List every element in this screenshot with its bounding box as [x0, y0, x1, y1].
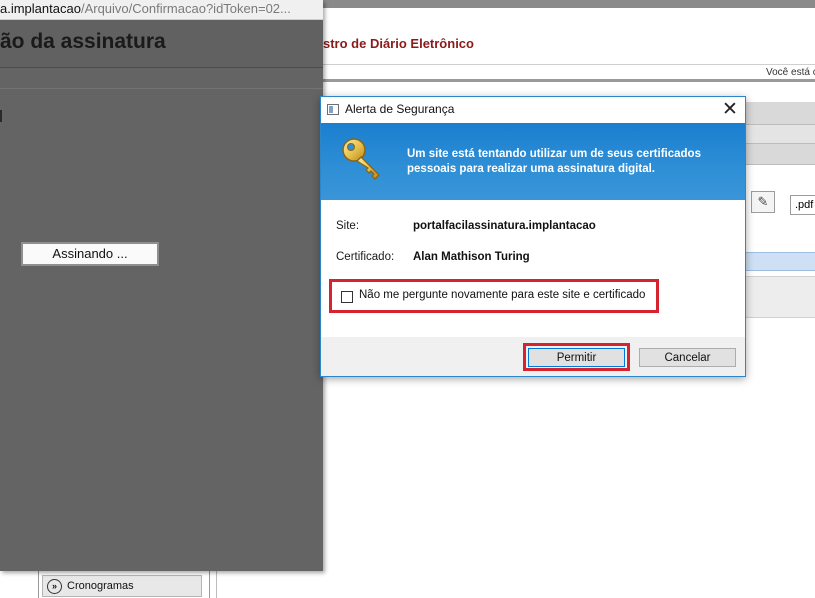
popup-heading: ão da assinatura [0, 30, 166, 53]
cancel-button[interactable]: Cancelar [639, 348, 736, 367]
key-icon [342, 138, 380, 180]
divider [323, 79, 815, 82]
certificate-value: Alan Mathison Turing [413, 251, 530, 263]
security-alert-dialog: Alerta de Segurança ✕ Um site está tenta… [320, 96, 746, 377]
dialog-footer: Permitir Cancelar [321, 337, 745, 376]
edit-button[interactable]: ✎ [751, 191, 775, 213]
dont-ask-again-label[interactable]: Não me pergunte novamente para este site… [359, 289, 645, 301]
page-title: stro de Diário Eletrônico [323, 36, 474, 51]
dont-ask-again-checkbox[interactable] [341, 291, 353, 303]
dont-ask-again-highlight: Não me pergunte novamente para este site… [329, 279, 659, 313]
address-bar[interactable]: a.implantacao/Arquivo/Confirmacao?idToke… [0, 0, 323, 20]
banner-message: Um site está tentando utilizar um de seu… [407, 148, 701, 175]
top-bar [323, 0, 815, 8]
file-extension-field[interactable]: .pdf [790, 195, 815, 215]
menu-item-label: Cronogramas [67, 580, 134, 592]
divider [0, 88, 323, 89]
user-info: Você está c [766, 67, 815, 78]
popup-window: a.implantacao/Arquivo/Confirmacao?idToke… [0, 0, 323, 571]
toolbar-band [745, 125, 815, 144]
site-label: Site: [336, 220, 360, 232]
close-icon: ✕ [722, 99, 738, 120]
close-button[interactable]: ✕ [716, 98, 744, 122]
dialog-body: Site: portalfacilassinatura.implantacao … [321, 200, 745, 337]
divider [323, 64, 815, 65]
double-chevron-right-icon: » [47, 578, 62, 594]
permit-button[interactable]: Permitir [528, 348, 625, 367]
signing-button[interactable]: Assinando ... [21, 242, 159, 266]
divider [216, 568, 217, 598]
menu-item-cronogramas[interactable]: » Cronogramas [42, 575, 202, 597]
url-host: a.implantacao [0, 1, 81, 16]
site-value: portalfacilassinatura.implantacao [413, 220, 596, 232]
window-app-icon [327, 104, 339, 115]
content-panel [745, 276, 815, 318]
text-fragment [0, 110, 2, 122]
selected-row[interactable] [745, 252, 815, 271]
pencil-edit-icon: ✎ [757, 194, 769, 209]
dialog-title: Alerta de Segurança [345, 102, 455, 116]
toolbar-band [745, 102, 815, 125]
toolbar-band [745, 144, 815, 165]
dialog-titlebar[interactable]: Alerta de Segurança ✕ [321, 97, 745, 123]
url-path: /Arquivo/Confirmacao?idToken=02... [80, 1, 291, 16]
certificate-label: Certificado: [336, 251, 395, 263]
dialog-banner: Um site está tentando utilizar um de seu… [321, 123, 745, 200]
